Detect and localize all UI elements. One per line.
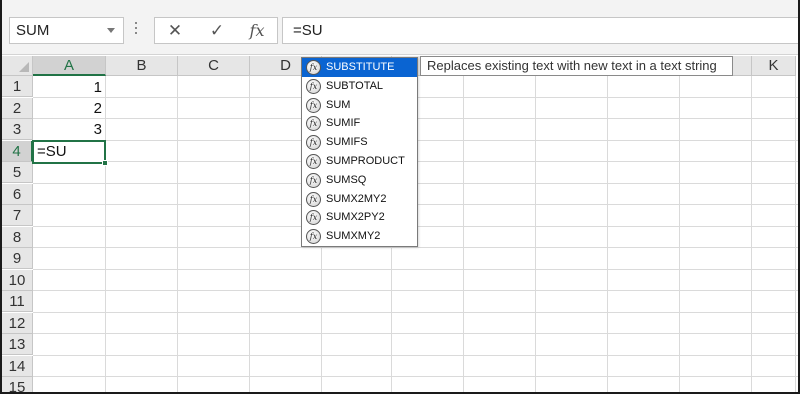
column-gridline <box>751 76 752 392</box>
autocomplete-item[interactable]: fx SUMXMY2 <box>302 227 417 246</box>
row-header-5[interactable]: 5 <box>2 162 33 183</box>
autocomplete-item[interactable]: fx SUMX2MY2 <box>302 190 417 209</box>
row-header-9[interactable]: 9 <box>2 248 33 269</box>
active-cell-value: =SU <box>37 143 67 160</box>
function-icon: fx <box>306 116 321 132</box>
column-gridline <box>177 76 178 392</box>
autocomplete-item-label: SUMX2PY2 <box>326 211 385 224</box>
row-gridline <box>33 247 798 248</box>
row-header-3[interactable]: 3 <box>2 119 33 140</box>
select-all-corner[interactable] <box>2 56 33 76</box>
fill-handle[interactable] <box>102 160 108 166</box>
column-header-k[interactable]: K <box>752 56 796 76</box>
function-icon: fx <box>306 229 321 245</box>
function-icon: fx <box>306 172 321 188</box>
name-box-value: SUM <box>16 22 50 39</box>
function-icon: fx <box>306 135 321 151</box>
grip-dots-icon[interactable] <box>135 22 138 38</box>
column-gridline <box>795 76 796 392</box>
autocomplete-item-label: SUMX2MY2 <box>326 192 387 205</box>
cancel-icon[interactable]: ✕ <box>159 18 191 43</box>
row-header-4[interactable]: 4 <box>2 140 33 162</box>
autocomplete-item-label: SUMSQ <box>326 173 367 186</box>
column-header-c[interactable]: C <box>178 56 250 76</box>
cell-a3[interactable]: 3 <box>33 119 106 140</box>
column-gridline <box>679 76 680 392</box>
formula-buttons: ✕ ✓ fx <box>154 17 278 44</box>
function-icon: fx <box>306 153 321 169</box>
active-cell-a4[interactable]: =SU <box>32 140 108 166</box>
row-gridline <box>33 311 798 313</box>
row-header-13[interactable]: 13 <box>2 334 33 355</box>
row-header-7[interactable]: 7 <box>2 205 33 226</box>
autocomplete-item-label: SUMPRODUCT <box>326 154 405 167</box>
autocomplete-item-label: SUMXMY2 <box>326 230 381 243</box>
row-gridline <box>33 268 798 270</box>
row-header-8[interactable]: 8 <box>2 226 33 248</box>
enter-check-icon[interactable]: ✓ <box>201 18 233 43</box>
autocomplete-item-label: SUMIF <box>326 117 361 130</box>
autocomplete-item-label: SUBSTITUTE <box>326 61 395 73</box>
row-header-12[interactable]: 12 <box>2 312 33 334</box>
column-gridline <box>249 76 250 392</box>
autocomplete-item[interactable]: fx SUBSTITUTE <box>302 58 417 77</box>
row-header-6[interactable]: 6 <box>2 183 33 205</box>
autocomplete-item[interactable]: fx SUMIFS <box>302 133 417 152</box>
autocomplete-item[interactable]: fx SUMSQ <box>302 171 417 190</box>
column-header-a[interactable]: A <box>33 56 106 76</box>
column-gridline <box>463 76 464 392</box>
row-header-1[interactable]: 1 <box>2 76 33 97</box>
row-gridline <box>33 376 798 377</box>
cell-a1[interactable]: 1 <box>33 77 106 98</box>
function-icon: fx <box>306 210 321 226</box>
row-header-14[interactable]: 14 <box>2 355 33 377</box>
column-gridline <box>607 76 608 392</box>
autocomplete-item[interactable]: fx SUM <box>302 96 417 115</box>
name-box[interactable]: SUM <box>9 17 124 44</box>
excel-window: SUM ✕ ✓ fx =SU ABCDEFGHIJK 1234567891011… <box>0 0 800 394</box>
autocomplete-item[interactable]: fx SUMIF <box>302 114 417 133</box>
chevron-down-icon[interactable] <box>107 28 115 33</box>
function-autocomplete-list[interactable]: fx SUBSTITUTE fx SUBTOTAL fx SUM fx SUMIF fx SUMI… <box>301 57 418 247</box>
column-header-b[interactable]: B <box>106 56 178 76</box>
cell-a2[interactable]: 2 <box>33 98 106 119</box>
function-icon: fx <box>306 78 321 94</box>
row-header-15[interactable]: 15 <box>2 377 33 392</box>
row-gridline <box>33 354 798 356</box>
autocomplete-item-label: SUBTOTAL <box>326 79 384 92</box>
function-tooltip: Replaces existing text with new text in … <box>420 56 733 76</box>
autocomplete-item-label: SUM <box>326 98 351 111</box>
autocomplete-item[interactable]: fx SUMX2PY2 <box>302 208 417 227</box>
row-header-11[interactable]: 11 <box>2 291 33 312</box>
function-icon: fx <box>306 191 321 207</box>
function-icon: fx <box>306 60 321 75</box>
function-icon: fx <box>306 97 321 113</box>
autocomplete-item[interactable]: fx SUBTOTAL <box>302 77 417 96</box>
autocomplete-item[interactable]: fx SUMPRODUCT <box>302 152 417 171</box>
autocomplete-item-label: SUMIFS <box>326 136 368 149</box>
row-gridline <box>33 290 798 291</box>
row-header-10[interactable]: 10 <box>2 269 33 291</box>
row-header-2[interactable]: 2 <box>2 97 33 119</box>
formula-input[interactable]: =SU <box>282 17 798 44</box>
column-gridline <box>535 76 536 392</box>
row-gridline <box>33 333 798 334</box>
insert-function-icon[interactable]: fx <box>241 18 273 43</box>
formula-bar-area: SUM ✕ ✓ fx =SU <box>2 0 798 55</box>
